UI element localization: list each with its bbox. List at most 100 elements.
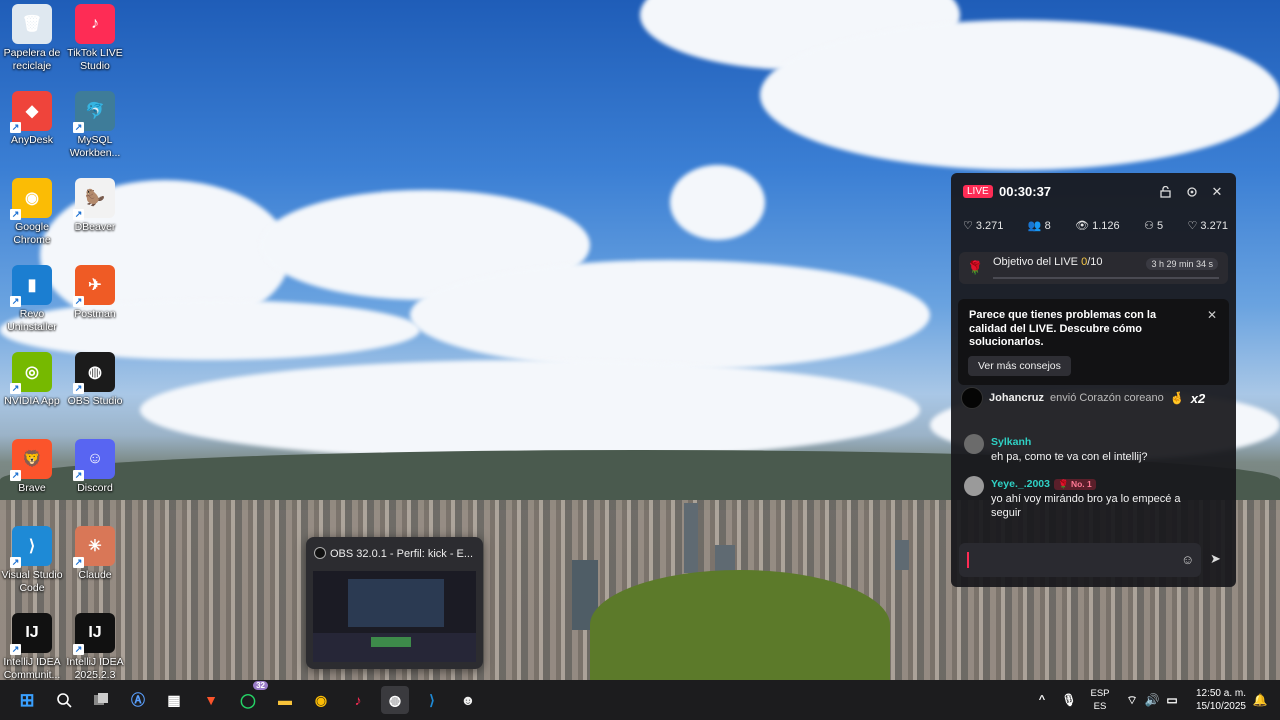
chat-input[interactable]: [959, 543, 1201, 577]
tiktok-icon[interactable]: ♪: [344, 686, 372, 714]
desktop-shortcut[interactable]: 🦫 ↗ DBeaver: [63, 178, 127, 234]
tip-text: Parece que tienes problemas con la calid…: [969, 309, 1157, 348]
obs-window-preview[interactable]: OBS 32.0.1 - Perfil: kick - E...: [306, 537, 483, 669]
desktop-shortcut-label: NVIDIA App: [4, 395, 60, 407]
battery-icon[interactable]: ▭: [1158, 686, 1186, 714]
avatar: [961, 387, 983, 409]
obs-preview-image: [313, 571, 476, 662]
shortcut-arrow-icon: ↗: [73, 557, 84, 568]
desktop-shortcut[interactable]: ☺ ↗ Discord: [63, 439, 127, 495]
chevron-up-icon[interactable]: ^: [1028, 686, 1056, 714]
desktop-shortcut[interactable]: ◉ ↗ Google Chrome: [0, 178, 64, 247]
emoji-icon[interactable]: ☺: [1181, 552, 1194, 567]
desktop-shortcut[interactable]: IJ ↗ IntelliJ IDEA 2025.2.3: [63, 613, 127, 682]
desktop-shortcut[interactable]: IJ ↗ IntelliJ IDEA Communit...: [0, 613, 64, 682]
desktop-shortcut-label: Postman: [74, 308, 116, 320]
brave-icon: 🦁 ↗: [10, 439, 52, 481]
shortcut-arrow-icon: ↗: [73, 122, 84, 133]
search-icon[interactable]: [50, 686, 78, 714]
desktop-shortcut[interactable]: ◎ ↗ NVIDIA App: [0, 352, 64, 408]
settings-icon[interactable]: [1183, 183, 1201, 201]
assistant-icon[interactable]: Ⓐ: [124, 686, 152, 714]
task-view-icon[interactable]: [87, 686, 115, 714]
desktop-shortcut[interactable]: ⟩ ↗ Visual Studio Code: [0, 526, 64, 595]
language-indicator[interactable]: ESP ES: [1086, 687, 1114, 713]
chat-text: yo ahí voy mirándo bro ya lo empecé a se…: [991, 493, 1181, 519]
tiktok-live-panel: LIVE 00:30:37 ✕ ♡ 3.271 👥 8 👁 1.126 ⚇ 5 ♡ 3.2…: [951, 173, 1236, 587]
start-icon[interactable]: ⊞: [13, 686, 41, 714]
vscode-icon: ⟩ ↗: [10, 526, 52, 568]
shortcut-arrow-icon: ↗: [10, 383, 21, 394]
shortcut-arrow-icon: ↗: [73, 470, 84, 481]
brave-icon[interactable]: ▼: [197, 686, 225, 714]
desktop-shortcut[interactable]: 🐬 ↗ MySQL Workben...: [63, 91, 127, 160]
clock-date: 15/10/2025: [1195, 701, 1246, 712]
whatsapp-icon[interactable]: ◯ 32: [234, 681, 268, 714]
desktop-shortcut[interactable]: ◆ ↗ AnyDesk: [0, 91, 64, 147]
goal-progress-bar: [993, 277, 1219, 279]
gift-user[interactable]: Johancruz: [989, 392, 1044, 404]
desktop-shortcut[interactable]: 🦁 ↗ Brave: [0, 439, 64, 495]
desktop-shortcut[interactable]: ◍ ↗ OBS Studio: [63, 352, 127, 408]
live-stats: ♡ 3.271 👥 8 👁 1.126 ⚇ 5 ♡ 3.271: [963, 219, 1228, 233]
send-icon[interactable]: ➤: [1210, 551, 1221, 567]
tiktok-live-studio-icon: ♪: [75, 4, 115, 44]
members-icon: 👥: [1027, 220, 1042, 232]
eye-icon: 👁: [1075, 220, 1090, 232]
members-count: 8: [1044, 219, 1051, 232]
desktop-shortcut[interactable]: ▮ ↗ Revo Uninstaller: [0, 265, 64, 334]
chat-text: eh pa, como te va con el intellij?: [991, 451, 1148, 463]
hearts-stat: ♡ 3.271: [1188, 219, 1228, 233]
members-stat: 👥 8: [1027, 219, 1051, 233]
goal-time-left: 3 h 29 min 34 s: [1146, 258, 1218, 270]
rose-icon: 🌹: [967, 260, 984, 275]
close-icon[interactable]: ✕: [1208, 183, 1226, 201]
live-goal[interactable]: 🌹 Objetivo del LIVE 0/10 3 h 29 min 34 s: [959, 252, 1228, 284]
followers-stat: ⚇ 5: [1144, 219, 1163, 233]
recycle-bin-icon: 🗑: [12, 4, 52, 44]
viewers-count: 1.126: [1092, 219, 1120, 232]
obs-studio-icon: ◍ ↗: [73, 352, 115, 394]
chat-user[interactable]: Yeye._.2003 🌹 No. 1: [991, 478, 1096, 490]
obs-icon[interactable]: ◍: [381, 686, 409, 714]
chrome-icon: ◉ ↗: [10, 178, 52, 220]
desktop-shortcut[interactable]: ✳ ↗ Claude: [63, 526, 127, 582]
desktop-shortcut-label: Papelera de reciclaje: [3, 47, 61, 72]
clock-time: 12:50 a. m.: [1195, 688, 1246, 699]
desktop-shortcut[interactable]: 🗑 Papelera de reciclaje: [0, 4, 64, 73]
avatar[interactable]: [964, 476, 984, 496]
hearts-count: 3.271: [1200, 219, 1228, 232]
desktop-shortcut-label: Claude: [78, 569, 112, 581]
notification-badge: 32: [253, 681, 268, 690]
chrome-icon[interactable]: ◉: [307, 686, 335, 714]
obs-icon: [314, 547, 326, 559]
desktop-shortcut-label: Revo Uninstaller: [7, 308, 57, 333]
desktop-shortcut-label: DBeaver: [74, 221, 116, 233]
chat-user[interactable]: Sylkanh: [991, 436, 1031, 448]
live-timer: 00:30:37: [999, 184, 1052, 199]
system-clock[interactable]: 12:50 a. m. 15/10/2025: [1190, 687, 1246, 713]
more-tips-button[interactable]: Ver más consejos: [968, 356, 1071, 376]
avatar[interactable]: [964, 434, 984, 454]
file-explorer-icon[interactable]: ▬: [271, 686, 299, 714]
likes-stat: ♡ 3.271: [963, 219, 1004, 233]
desktop-shortcut[interactable]: ♪ TikTok LIVE Studio: [63, 4, 127, 73]
desktop-shortcut-label: Google Chrome: [13, 221, 51, 246]
assistant-app-icon[interactable]: ☻: [454, 686, 482, 714]
desktop-shortcut-label: MySQL Workben...: [69, 134, 121, 159]
desktop-shortcut-label: OBS Studio: [67, 395, 123, 407]
notification-icon[interactable]: 🔔: [1246, 686, 1274, 714]
intellij-community-icon: IJ ↗: [10, 613, 52, 655]
gift-notification: Johancruz envió Corazón coreano 🤞 x2: [961, 387, 1226, 409]
close-icon[interactable]: ✕: [1207, 308, 1217, 322]
lock-icon[interactable]: [1156, 183, 1174, 201]
vscode-icon[interactable]: ⟩: [418, 686, 446, 714]
store-icon[interactable]: ▦: [160, 686, 188, 714]
gift-count: x2: [1190, 390, 1206, 406]
likes-count: 3.271: [975, 219, 1004, 232]
shortcut-arrow-icon: ↗: [73, 209, 84, 220]
intellij-ultimate-icon: IJ ↗: [73, 613, 115, 655]
desktop-shortcut[interactable]: ✈ ↗ Postman: [63, 265, 127, 321]
microphone-icon[interactable]: 🎙: [1055, 686, 1083, 714]
desktop-shortcut-label: TikTok LIVE Studio: [67, 47, 123, 72]
